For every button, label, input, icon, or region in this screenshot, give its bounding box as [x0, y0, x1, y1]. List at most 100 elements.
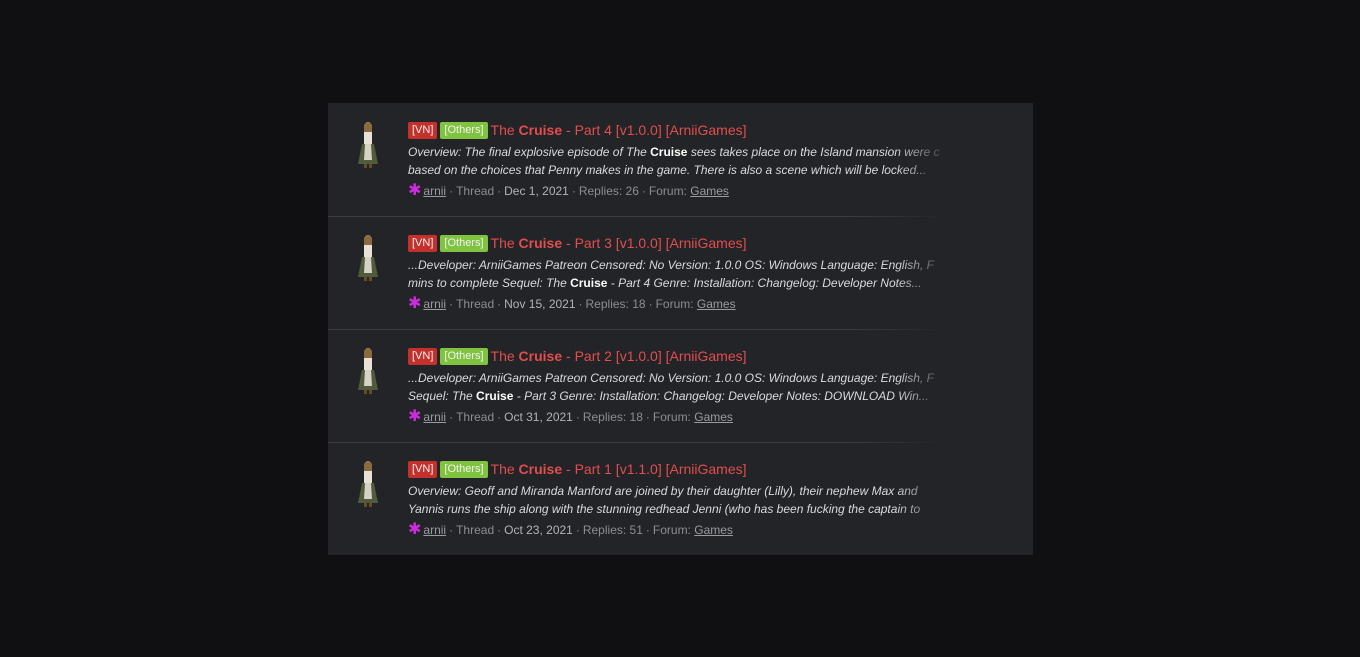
post-date: Oct 23, 2021 [504, 523, 573, 537]
separator: · [497, 184, 502, 198]
separator: · [575, 523, 580, 537]
snippet-text: - Part 3 Genre: Installation: Changelog:… [513, 389, 929, 403]
snippet-text: Overview: The final explosive episode of… [408, 145, 651, 159]
snippet-text: - Part 4 Genre: Installation: Changelog:… [607, 276, 922, 290]
post-date: Oct 31, 2021 [504, 410, 573, 424]
forum-label: Forum: [652, 410, 691, 424]
snippet-highlight: Cruise [476, 389, 514, 403]
result-meta: ✱ arnii · Thread · Oct 23, 2021 · Replie… [408, 521, 1033, 539]
asterisk-icon: ✱ [408, 521, 422, 538]
result-title-link[interactable]: The Cruise - Part 1 [v1.1.0] [ArniiGames… [491, 461, 747, 477]
result-snippet: ...Developer: ArniiGames Patreon Censore… [408, 256, 954, 292]
snippet-line-2: mins to complete Sequel: The Cruise - Pa… [408, 274, 954, 292]
post-date: Nov 15, 2021 [504, 297, 576, 311]
search-result: [VN] [Others] The Cruise - Part 3 [v1.0.… [328, 216, 1033, 329]
forum-link[interactable]: Games [694, 410, 733, 424]
reply-count: Replies: 18 [585, 297, 646, 311]
result-snippet: ...Developer: ArniiGames Patreon Censore… [408, 369, 954, 405]
snippet-text: ...Developer: ArniiGames Patreon Censore… [408, 371, 934, 385]
result-snippet: Overview: The final explosive episode of… [408, 143, 954, 179]
tag-vn[interactable]: [VN] [408, 347, 438, 365]
snippet-line-1: Overview: The final explosive episode of… [408, 143, 954, 161]
forum-link[interactable]: Games [694, 523, 733, 537]
snippet-fade [894, 256, 954, 292]
separator: · [575, 410, 580, 424]
result-meta: ✱ arnii · Thread · Dec 1, 2021 · Replies… [408, 182, 1033, 200]
result-title-link[interactable]: The Cruise - Part 4 [v1.0.0] [ArniiGames… [491, 122, 747, 138]
character-avatar[interactable] [356, 346, 380, 394]
forum-link[interactable]: Games [690, 184, 729, 198]
reply-count: Replies: 18 [582, 410, 643, 424]
author-link[interactable]: arnii [423, 410, 446, 424]
snippet-fade [894, 482, 954, 518]
search-results-panel: [VN] [Others] The Cruise - Part 4 [v1.0.… [328, 103, 1033, 555]
forum-label: Forum: [652, 523, 691, 537]
snippet-text: ...Developer: ArniiGames Patreon Censore… [408, 258, 934, 272]
separator: · [645, 523, 650, 537]
content-type: Thread [456, 184, 495, 198]
forum-link[interactable]: Games [697, 297, 736, 311]
title-pre: The [490, 461, 519, 477]
snippet-line-1: ...Developer: ArniiGames Patreon Censore… [408, 256, 954, 274]
separator: · [449, 184, 454, 198]
content-type: Thread [456, 297, 495, 311]
forum-label: Forum: [655, 297, 694, 311]
character-avatar[interactable] [356, 120, 380, 168]
content-type: Thread [456, 410, 495, 424]
separator: · [497, 523, 502, 537]
result-title-line: [VN] [Others] The Cruise - Part 2 [v1.0.… [408, 346, 1033, 366]
tag-others[interactable]: [Others] [440, 347, 488, 365]
author-link[interactable]: arnii [423, 523, 446, 537]
tag-vn[interactable]: [VN] [408, 121, 438, 139]
snippet-highlight: Cruise [650, 145, 688, 159]
title-pre: The [490, 122, 519, 138]
tag-others[interactable]: [Others] [440, 460, 488, 478]
snippet-highlight: Cruise [570, 276, 608, 290]
result-meta: ✱ arnii · Thread · Nov 15, 2021 · Replie… [408, 295, 1033, 313]
title-highlight: Cruise [518, 461, 563, 477]
search-result: [VN] [Others] The Cruise - Part 2 [v1.0.… [328, 329, 1033, 442]
forum-label: Forum: [648, 184, 687, 198]
tag-vn[interactable]: [VN] [408, 234, 438, 252]
result-title-link[interactable]: The Cruise - Part 2 [v1.0.0] [ArniiGames… [491, 348, 747, 364]
author-link[interactable]: arnii [423, 184, 446, 198]
separator: · [578, 297, 583, 311]
tag-vn[interactable]: [VN] [408, 460, 438, 478]
post-date: Dec 1, 2021 [504, 184, 569, 198]
title-highlight: Cruise [518, 235, 563, 251]
result-snippet: Overview: Geoff and Miranda Manford are … [408, 482, 954, 518]
tag-others[interactable]: [Others] [440, 121, 488, 139]
snippet-line-1: ...Developer: ArniiGames Patreon Censore… [408, 369, 954, 387]
separator: · [645, 410, 650, 424]
snippet-line-2: Sequel: The Cruise - Part 3 Genre: Insta… [408, 387, 954, 405]
separator: · [648, 297, 653, 311]
title-highlight: Cruise [518, 122, 563, 138]
snippet-line-2: Yannis runs the ship along with the stun… [408, 500, 954, 518]
title-post: - Part 2 [v1.0.0] [ArniiGames] [562, 348, 747, 364]
result-title-link[interactable]: The Cruise - Part 3 [v1.0.0] [ArniiGames… [491, 235, 747, 251]
title-highlight: Cruise [518, 348, 563, 364]
separator: · [497, 410, 502, 424]
title-post: - Part 3 [v1.0.0] [ArniiGames] [562, 235, 747, 251]
separator: · [641, 184, 646, 198]
snippet-line-2: based on the choices that Penny makes in… [408, 161, 954, 179]
result-title-line: [VN] [Others] The Cruise - Part 1 [v1.1.… [408, 459, 1033, 479]
character-avatar[interactable] [356, 233, 380, 281]
asterisk-icon: ✱ [408, 182, 422, 199]
title-post: - Part 1 [v1.1.0] [ArniiGames] [562, 461, 747, 477]
snippet-text: Overview: Geoff and Miranda Manford are … [408, 484, 918, 498]
snippet-fade [894, 143, 954, 179]
title-pre: The [490, 348, 519, 364]
tag-others[interactable]: [Others] [440, 234, 488, 252]
reply-count: Replies: 26 [578, 184, 639, 198]
search-result: [VN] [Others] The Cruise - Part 1 [v1.1.… [328, 442, 1033, 555]
snippet-text: based on the choices that Penny makes in… [408, 163, 927, 177]
character-avatar[interactable] [356, 459, 380, 507]
separator: · [449, 410, 454, 424]
separator: · [449, 297, 454, 311]
author-link[interactable]: arnii [423, 297, 446, 311]
snippet-text: Sequel: The [408, 389, 477, 403]
snippet-text: Yannis runs the ship along with the stun… [408, 502, 921, 516]
asterisk-icon: ✱ [408, 295, 422, 312]
snippet-fade [894, 369, 954, 405]
